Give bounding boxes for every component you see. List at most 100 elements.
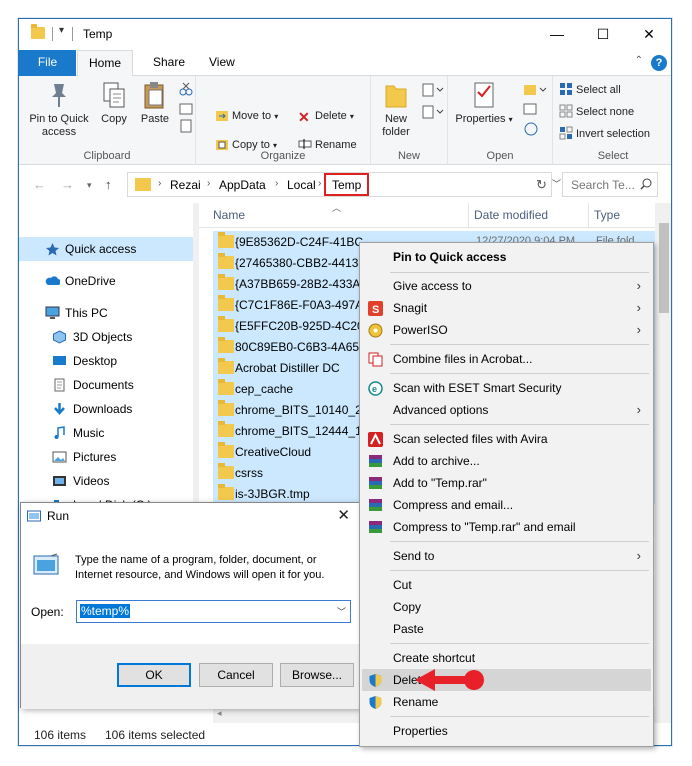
nav-item-3d-objects[interactable]: 3D Objects	[19, 325, 199, 349]
nav-item-pictures[interactable]: Pictures	[19, 445, 199, 469]
invert-selection-label: Invert selection	[576, 128, 650, 140]
tab-share[interactable]: Share	[141, 50, 197, 76]
breadcrumb-appdata[interactable]: AppData	[219, 178, 266, 192]
menu-scan-avira[interactable]: Scan selected files with Avira	[362, 428, 651, 450]
back-arrow-icon[interactable]: ←	[33, 177, 46, 192]
computer-icon	[45, 306, 60, 319]
pin-to-quick-access-button[interactable]: Pin to Quick access	[25, 80, 93, 139]
delete-ribbon-button[interactable]: ✕ Delete ▾	[298, 108, 354, 125]
shield-icon	[369, 696, 382, 709]
maximize-button[interactable]: ☐	[580, 19, 626, 50]
paste-button[interactable]: Paste	[137, 80, 173, 126]
nav-item-quick-access[interactable]: Quick access	[19, 237, 193, 261]
menu-add-to-temp-rar[interactable]: Add to "Temp.rar"	[362, 472, 651, 494]
menu-separator	[390, 643, 649, 644]
menu-scan-eset[interactable]: e Scan with ESET Smart Security	[362, 377, 651, 399]
poweriso-icon	[368, 323, 383, 338]
menu-advanced-options[interactable]: Advanced options ›	[362, 399, 651, 421]
sort-ascending-icon: ︿	[332, 203, 342, 213]
column-date-modified[interactable]: Date modified	[474, 208, 548, 222]
forward-arrow-icon[interactable]: →	[61, 177, 74, 192]
menu-properties[interactable]: Properties	[362, 720, 651, 742]
tab-home[interactable]: Home	[77, 50, 133, 77]
menu-rename[interactable]: Rename	[362, 691, 651, 713]
nav-item-this-pc[interactable]: This PC	[19, 301, 199, 325]
cut-copy-path-shortcut-icons[interactable]	[179, 82, 193, 134]
new-item-icons[interactable]	[421, 82, 445, 126]
download-icon	[54, 403, 65, 415]
pin-icon	[52, 84, 66, 107]
nav-item-downloads[interactable]: Downloads	[19, 397, 199, 421]
nav-item-desktop[interactable]: Desktop	[19, 349, 199, 373]
menu-cut[interactable]: Cut	[362, 574, 651, 596]
column-name[interactable]: Name	[213, 208, 245, 222]
snagit-icon: S	[368, 301, 383, 316]
select-none-button[interactable]: Select none	[559, 104, 634, 120]
recent-locations-icon[interactable]: ▾	[87, 180, 92, 191]
nav-label: Music	[73, 426, 105, 440]
menu-poweriso[interactable]: PowerISO ›	[362, 319, 651, 341]
open-edit-history-icons[interactable]	[522, 82, 548, 142]
up-arrow-icon[interactable]: ↑	[105, 177, 112, 192]
cancel-button[interactable]: Cancel	[199, 663, 273, 687]
properties-ribbon-button[interactable]: Properties ▾	[454, 80, 514, 126]
breadcrumb-local[interactable]: Local	[287, 178, 316, 192]
folder-icon	[218, 400, 234, 416]
menu-copy[interactable]: Copy	[362, 596, 651, 618]
winrar-icon	[369, 477, 382, 489]
folder-icon	[218, 379, 234, 395]
column-type[interactable]: Type	[594, 208, 620, 222]
run-close-icon[interactable]: ✕	[337, 506, 350, 524]
quick-access-toolbar-dropdown-icon[interactable]: ▾	[59, 25, 64, 36]
run-command-value: %temp%	[80, 604, 131, 618]
ok-button[interactable]: OK	[117, 663, 191, 687]
search-box[interactable]: Search Te...	[562, 172, 658, 197]
invert-selection-button[interactable]: Invert selection	[559, 126, 650, 142]
tab-view[interactable]: View	[197, 50, 247, 76]
open-group: Properties ▾ Open	[448, 76, 553, 165]
close-button[interactable]: ✕	[626, 19, 671, 50]
file-name: {E5FFC20B-925D-4C20-I	[235, 319, 363, 333]
menu-add-to-archive[interactable]: Add to archive...	[362, 450, 651, 472]
menu-paste[interactable]: Paste	[362, 618, 651, 640]
scrollbar-thumb[interactable]	[659, 223, 669, 313]
chevron-down-icon[interactable]: ﹀	[337, 605, 346, 618]
menu-snagit[interactable]: S Snagit ›	[362, 297, 651, 319]
breadcrumb-separator: ›	[275, 178, 279, 189]
nav-item-music[interactable]: Music	[19, 421, 199, 445]
address-box[interactable]: › Rezai › AppData › Local › Temp	[127, 172, 552, 197]
menu-send-to[interactable]: Send to ›	[362, 545, 651, 567]
menu-give-access-to[interactable]: Give access to ›	[362, 275, 651, 297]
clipboard-group-label: Clipboard	[83, 150, 131, 162]
run-command-input[interactable]: %temp% ﹀	[76, 600, 351, 623]
menu-separator	[390, 344, 649, 345]
nav-item-documents[interactable]: Documents	[19, 373, 199, 397]
tab-file[interactable]: File	[19, 50, 76, 76]
breadcrumb-temp-highlighted[interactable]: Temp	[324, 173, 370, 196]
menu-delete[interactable]: Delete	[362, 669, 651, 691]
menu-separator	[390, 272, 649, 273]
breadcrumb-rezai[interactable]: Rezai	[170, 178, 201, 192]
folder-icon	[218, 421, 234, 437]
file-name: CreativeCloud	[235, 445, 312, 459]
menu-create-shortcut[interactable]: Create shortcut	[362, 647, 651, 669]
select-all-button[interactable]: Select all	[559, 82, 621, 98]
browse-button[interactable]: Browse...	[280, 663, 354, 687]
menu-pin-to-quick-access[interactable]: Pin to Quick access	[362, 246, 651, 268]
open-group-label: Open	[486, 150, 514, 162]
help-button[interactable]: ?	[651, 55, 667, 71]
collapse-ribbon-icon[interactable]: ⌃	[635, 55, 643, 66]
title-bar: ▾ Temp — ☐ ✕	[19, 19, 671, 50]
nav-item-videos[interactable]: Videos	[19, 469, 199, 493]
minimize-button[interactable]: —	[534, 19, 580, 50]
scroll-left-icon[interactable]: ◂	[217, 708, 222, 719]
new-folder-button[interactable]: New folder	[374, 80, 418, 139]
move-to-button[interactable]: Move to ▾	[215, 108, 278, 125]
copy-button[interactable]: Copy	[97, 80, 131, 126]
menu-combine-files-acrobat[interactable]: Combine files in Acrobat...	[362, 348, 651, 370]
menu-compress-and-email[interactable]: Compress and email...	[362, 494, 651, 516]
file-list-vertical-scrollbar[interactable]	[655, 203, 671, 729]
menu-compress-to-temp-rar-email[interactable]: Compress to "Temp.rar" and email	[362, 516, 651, 538]
nav-item-onedrive[interactable]: OneDrive	[19, 269, 199, 293]
refresh-icon[interactable]: ↻	[536, 177, 547, 193]
